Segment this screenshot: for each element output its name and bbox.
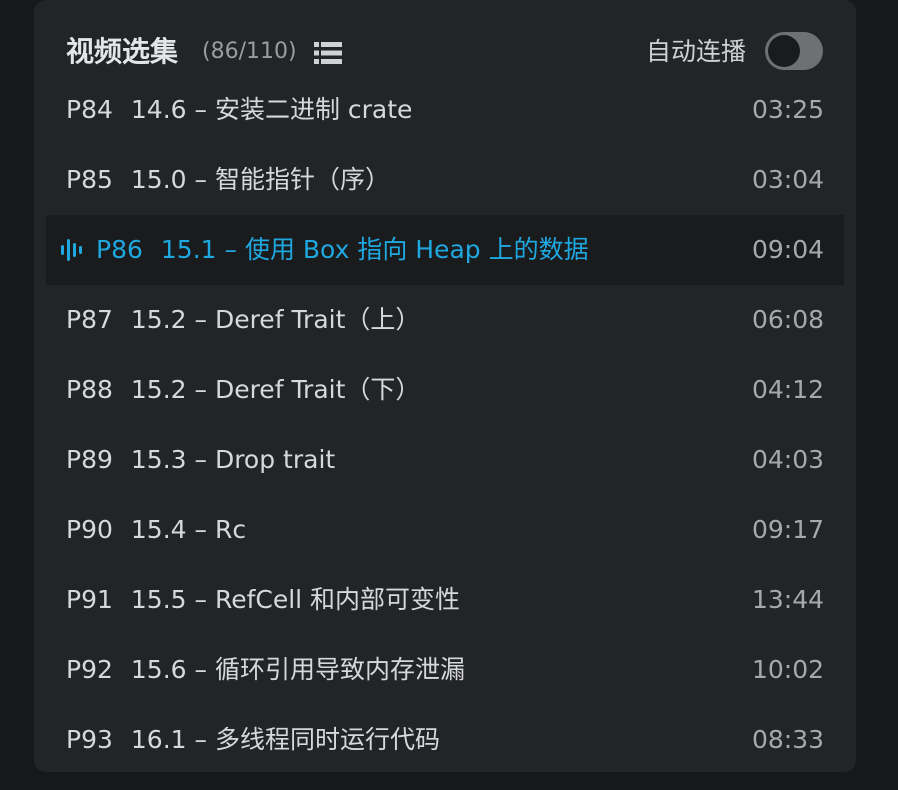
episode-number: P92 xyxy=(66,655,113,684)
episode-number: P90 xyxy=(66,515,113,544)
episode-number: P85 xyxy=(66,165,113,194)
episode-row[interactable]: P88 15.2 – Deref Trait（下） 04:12 xyxy=(34,355,856,425)
episode-title: 15.5 – RefCell 和内部可变性 xyxy=(130,585,461,614)
episode-title: 16.1 – 多线程同时运行代码 xyxy=(130,725,440,754)
episode-number: P93 xyxy=(66,725,113,754)
episode-title: 15.3 – Drop trait xyxy=(130,445,336,474)
video-playlist-panel: 视频选集 (86/110) 自动连播 P84 14.6 – 安装二进制 crate… xyxy=(34,0,856,772)
episode-duration: 13:44 xyxy=(751,585,824,614)
autoplay-label: 自动连播 xyxy=(646,37,747,66)
episode-number: P89 xyxy=(66,445,113,474)
episode-duration: 04:12 xyxy=(751,375,824,404)
episode-row[interactable]: P85 15.0 – 智能指针（序） 03:04 xyxy=(34,145,856,215)
playlist-title: 视频选集 xyxy=(66,35,179,68)
episode-duration: 04:03 xyxy=(751,445,824,474)
list-icon[interactable] xyxy=(314,42,342,64)
playing-waveform-icon xyxy=(61,239,83,261)
episode-duration: 03:04 xyxy=(751,165,824,194)
episode-number: P86 xyxy=(96,235,143,264)
episode-duration: 09:17 xyxy=(751,515,824,544)
episode-title: 15.1 – 使用 Box 指向 Heap 上的数据 xyxy=(160,235,589,264)
episode-row[interactable]: P84 14.6 – 安装二进制 crate 03:25 xyxy=(34,75,856,145)
episode-duration: 10:02 xyxy=(751,655,824,684)
episode-title: 15.0 – 智能指针（序） xyxy=(130,165,390,194)
episode-title: 15.6 – 循环引用导致内存泄漏 xyxy=(130,655,465,684)
toggle-knob xyxy=(768,35,800,67)
episode-count: (86/110) xyxy=(202,39,297,64)
episode-duration: 08:33 xyxy=(751,725,824,754)
autoplay-toggle[interactable] xyxy=(765,32,823,70)
episode-row[interactable]: P92 15.6 – 循环引用导致内存泄漏 10:02 xyxy=(34,635,856,705)
episode-number: P91 xyxy=(66,585,113,614)
episode-title: 14.6 – 安装二进制 crate xyxy=(130,95,413,124)
episode-duration: 03:25 xyxy=(751,95,824,124)
episode-number: P87 xyxy=(66,305,113,334)
episode-number: P88 xyxy=(66,375,113,404)
episode-row[interactable]: P89 15.3 – Drop trait 04:03 xyxy=(34,425,856,495)
episode-row[interactable]: P93 16.1 – 多线程同时运行代码 08:33 xyxy=(34,705,856,772)
episode-number: P84 xyxy=(66,95,113,124)
episode-duration: 06:08 xyxy=(751,305,824,334)
episode-duration: 09:04 xyxy=(751,235,824,264)
episode-title: 15.4 – Rc xyxy=(130,515,247,544)
episode-row[interactable]: P87 15.2 – Deref Trait（上） 06:08 xyxy=(34,285,856,355)
episode-row[interactable]: P90 15.4 – Rc 09:17 xyxy=(34,495,856,565)
episode-title: 15.2 – Deref Trait（上） xyxy=(130,305,421,334)
episode-list: P84 14.6 – 安装二进制 crate 03:25 P85 15.0 – 智能… xyxy=(34,75,856,772)
episode-row-active[interactable]: P86 15.1 – 使用 Box 指向 Heap 上的数据 09:04 xyxy=(46,215,844,285)
episode-row[interactable]: P91 15.5 – RefCell 和内部可变性 13:44 xyxy=(34,565,856,635)
episode-title: 15.2 – Deref Trait（下） xyxy=(130,375,421,404)
